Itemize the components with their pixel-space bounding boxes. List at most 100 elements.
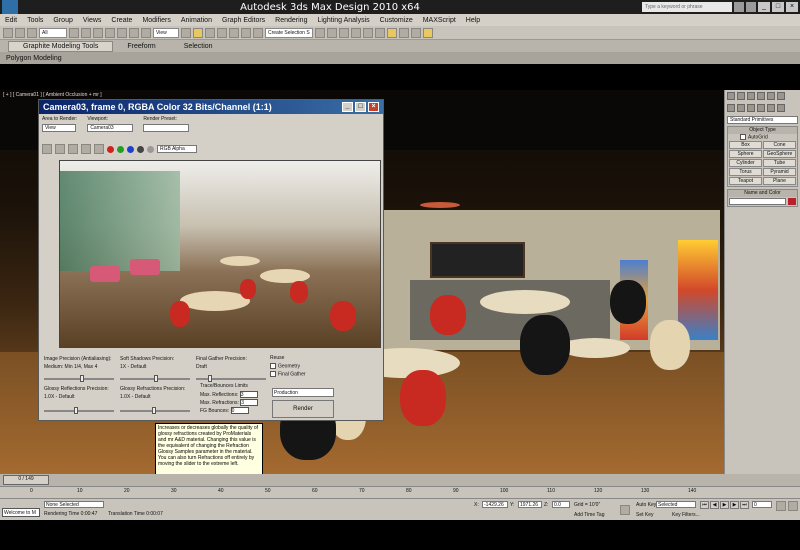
key-mode-dropdown[interactable]: Selected: [656, 501, 696, 508]
lights-icon[interactable]: [747, 104, 755, 112]
select-object-icon[interactable]: [69, 27, 79, 38]
geometry-checkbox[interactable]: [270, 363, 276, 369]
key-filters-button[interactable]: Key Filters...: [672, 512, 700, 518]
red-channel-icon[interactable]: [107, 145, 114, 153]
auto-key-button[interactable]: Auto Key: [636, 502, 656, 508]
time-slider[interactable]: 0 / 149: [3, 475, 49, 485]
teapot-button[interactable]: Teapot: [729, 177, 762, 186]
utilities-tab-icon[interactable]: [777, 92, 785, 100]
sphere-button[interactable]: Sphere: [729, 150, 762, 159]
select-by-name-icon[interactable]: [81, 27, 91, 38]
max-refractions-spinner[interactable]: 3: [240, 399, 259, 406]
menu-customize[interactable]: Customize: [375, 17, 418, 24]
hierarchy-tab-icon[interactable]: [747, 92, 755, 100]
menu-lighting-analysis[interactable]: Lighting Analysis: [312, 17, 374, 24]
plane-button[interactable]: Plane: [763, 177, 796, 186]
maximize-button[interactable]: □: [772, 2, 784, 12]
close-button[interactable]: ×: [786, 2, 798, 12]
print-icon[interactable]: [81, 144, 91, 154]
menu-group[interactable]: Group: [48, 17, 77, 24]
set-key-button[interactable]: Set Key: [636, 512, 654, 518]
object-name-input[interactable]: [729, 198, 786, 206]
render-window-maximize-button[interactable]: □: [355, 102, 366, 112]
named-selection-set-dropdown[interactable]: Create Selection S: [265, 27, 313, 38]
search-icon[interactable]: [734, 2, 744, 12]
move-icon[interactable]: [117, 27, 127, 38]
alpha-channel-icon[interactable]: [137, 145, 144, 153]
max-reflections-spinner[interactable]: 3: [239, 391, 258, 398]
soft-shadows-slider-handle[interactable]: [154, 375, 158, 382]
rect-select-icon[interactable]: [93, 27, 103, 38]
menu-tools[interactable]: Tools: [22, 17, 48, 24]
current-frame-field[interactable]: 0: [752, 501, 772, 508]
final-gather-slider-handle[interactable]: [208, 375, 212, 382]
rotate-icon[interactable]: [129, 27, 139, 38]
copy-image-icon[interactable]: [55, 144, 65, 154]
menu-create[interactable]: Create: [106, 17, 137, 24]
image-precision-slider[interactable]: [44, 378, 114, 380]
render-setup-icon[interactable]: [399, 27, 409, 38]
render-window-titlebar[interactable]: Camera03, frame 0, RGBA Color 32 Bits/Ch…: [39, 100, 383, 114]
monochrome-icon[interactable]: [147, 145, 154, 153]
go-to-end-button[interactable]: ⏭: [740, 501, 749, 509]
window-crossing-icon[interactable]: [105, 27, 115, 38]
percent-snap-icon[interactable]: [241, 27, 251, 38]
render-window-close-button[interactable]: ×: [368, 102, 379, 112]
menu-animation[interactable]: Animation: [176, 17, 217, 24]
render-production-icon[interactable]: [423, 27, 433, 38]
pan-icon[interactable]: [788, 501, 798, 511]
mirror-icon[interactable]: [315, 27, 325, 38]
manipulate-icon[interactable]: [193, 27, 203, 38]
primitive-category-dropdown[interactable]: Standard Primitives: [727, 116, 798, 124]
cylinder-button[interactable]: Cylinder: [729, 159, 762, 168]
pivot-icon[interactable]: [181, 27, 191, 38]
app-logo-icon[interactable]: [2, 0, 18, 14]
spinner-snap-icon[interactable]: [253, 27, 263, 38]
scale-icon[interactable]: [141, 27, 151, 38]
ribbon-panel-polygon-modeling[interactable]: Polygon Modeling: [0, 52, 800, 64]
curve-editor-icon[interactable]: [363, 27, 373, 38]
object-type-header[interactable]: Object Type: [728, 127, 797, 134]
render-mode-dropdown[interactable]: Production: [272, 388, 334, 397]
final-gather-slider[interactable]: [196, 378, 266, 380]
schematic-view-icon[interactable]: [375, 27, 385, 38]
keyboard-shortcut-icon[interactable]: [205, 27, 215, 38]
area-to-render-dropdown[interactable]: View: [42, 124, 76, 132]
geometry-icon[interactable]: [727, 104, 735, 112]
name-and-color-header[interactable]: Name and Color: [728, 190, 797, 198]
pyramid-button[interactable]: Pyramid: [763, 168, 796, 177]
menu-modifiers[interactable]: Modifiers: [137, 17, 175, 24]
star-icon[interactable]: [746, 2, 756, 12]
menu-views[interactable]: Views: [78, 17, 107, 24]
snap-3d-icon[interactable]: [217, 27, 227, 38]
rendered-frame-window-icon[interactable]: [411, 27, 421, 38]
shapes-icon[interactable]: [737, 104, 745, 112]
clear-icon[interactable]: [94, 144, 104, 154]
viewport-dropdown[interactable]: Camera03: [87, 124, 134, 132]
display-tab-icon[interactable]: [767, 92, 775, 100]
torus-button[interactable]: Torus: [729, 168, 762, 177]
reference-coordinate-dropdown[interactable]: View: [153, 27, 179, 38]
menu-graph-editors[interactable]: Graph Editors: [217, 17, 270, 24]
next-frame-button[interactable]: ▶: [730, 501, 739, 509]
layer-manager-icon[interactable]: [339, 27, 349, 38]
fg-bounces-spinner[interactable]: 0: [230, 407, 249, 414]
render-window-minimize-button[interactable]: _: [342, 102, 353, 112]
modify-tab-icon[interactable]: [737, 92, 745, 100]
previous-frame-button[interactable]: ◀: [710, 501, 719, 509]
minimize-button[interactable]: _: [758, 2, 770, 12]
render-preset-dropdown[interactable]: [143, 124, 190, 132]
key-icon[interactable]: [620, 505, 630, 515]
tab-graphite-modeling-tools[interactable]: Graphite Modeling Tools: [8, 40, 114, 52]
viewport-label[interactable]: [ + ] [ Camera01 ] [ Ambient Occlusion +…: [3, 92, 102, 98]
angle-snap-icon[interactable]: [229, 27, 239, 38]
cone-button[interactable]: Cone: [763, 141, 796, 150]
redo-icon[interactable]: [15, 27, 25, 38]
zoom-icon[interactable]: [776, 501, 786, 511]
z-coord-field[interactable]: 0.0: [552, 501, 570, 508]
clone-window-icon[interactable]: [68, 144, 78, 154]
menu-edit[interactable]: Edit: [0, 17, 22, 24]
y-coord-field[interactable]: 1971.26: [518, 501, 542, 508]
play-button[interactable]: ▶: [720, 501, 729, 509]
undo-icon[interactable]: [3, 27, 13, 38]
